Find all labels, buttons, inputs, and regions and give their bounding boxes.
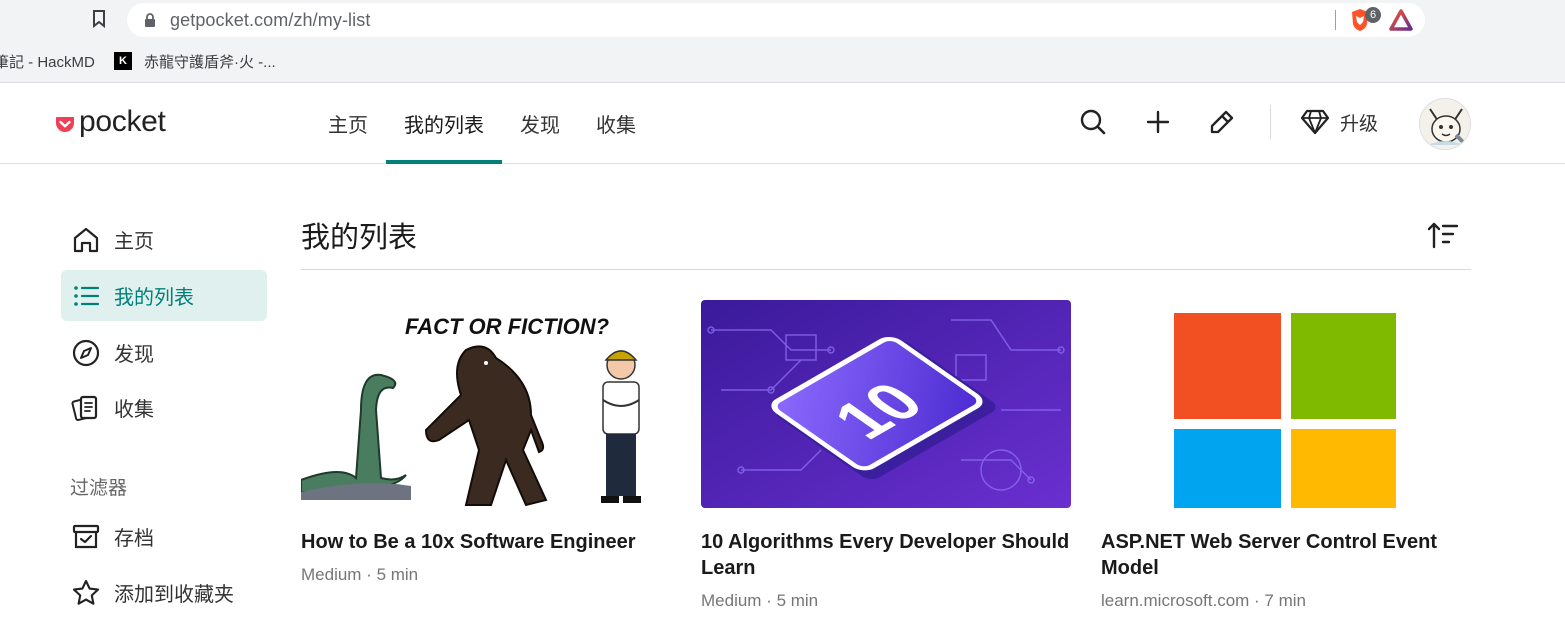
edit-pencil-icon[interactable] bbox=[1207, 107, 1237, 137]
nav-my-list[interactable]: 我的列表 bbox=[386, 83, 502, 164]
compass-icon bbox=[72, 339, 100, 366]
main-nav: 主页 我的列表 发现 收集 bbox=[310, 83, 654, 164]
sidebar-item-collections[interactable]: 收集 bbox=[61, 382, 267, 433]
pocket-logo[interactable]: pocket bbox=[55, 105, 166, 139]
collections-icon bbox=[71, 395, 98, 421]
sidebar-item-favorites[interactable]: 添加到收藏夹 bbox=[61, 567, 267, 618]
sidebar-item-label: 收集 bbox=[114, 399, 154, 421]
brave-rewards-icon[interactable] bbox=[1389, 9, 1413, 31]
sidebar-item-my-list[interactable]: 我的列表 bbox=[61, 270, 267, 321]
address-bar[interactable]: getpocket.com/zh/my-list 6 bbox=[127, 3, 1425, 37]
upgrade-button[interactable]: 升级 bbox=[1300, 105, 1378, 139]
bookmark-page-icon[interactable] bbox=[88, 8, 110, 30]
add-icon[interactable] bbox=[1143, 107, 1173, 137]
sidebar-item-label: 添加到收藏夹 bbox=[114, 584, 234, 606]
pocket-logo-icon bbox=[56, 117, 74, 132]
nav-home[interactable]: 主页 bbox=[310, 83, 386, 164]
archive-icon bbox=[72, 524, 100, 548]
thumbnail-caption: FACT OR FICTION? bbox=[405, 314, 609, 339]
article-card[interactable]: FACT OR FICTION? How to Be a 10x Softwar… bbox=[301, 300, 671, 585]
bookmark-kawaii[interactable]: K 赤龍守護盾斧·火 -... bbox=[114, 48, 276, 74]
article-title[interactable]: How to Be a 10x Software Engineer bbox=[301, 529, 671, 555]
filters-heading: 过滤器 bbox=[70, 478, 128, 499]
bookmark-label: 筆記 - HackMD bbox=[0, 53, 95, 71]
article-meta: Medium · 5 min bbox=[301, 565, 419, 584]
article-card[interactable]: 10 10 Algorithms Every Developer Should … bbox=[701, 300, 1071, 611]
nav-discover[interactable]: 发现 bbox=[502, 83, 578, 164]
bookmark-label: 赤龍守護盾斧·火 -... bbox=[144, 53, 276, 71]
header-divider bbox=[1270, 105, 1271, 139]
app-header: pocket 主页 我的列表 发现 收集 升级 bbox=[0, 83, 1565, 164]
page-title: 我的列表 bbox=[301, 222, 418, 254]
article-title[interactable]: ASP.NET Web Server Control Event Model bbox=[1101, 529, 1471, 581]
upgrade-label: 升级 bbox=[1340, 113, 1379, 135]
title-divider bbox=[301, 269, 1471, 270]
sidebar-item-label: 主页 bbox=[114, 231, 154, 253]
url-text: getpocket.com/zh/my-list bbox=[170, 10, 371, 30]
list-icon bbox=[74, 285, 100, 306]
browser-chrome: getpocket.com/zh/my-list 6 筆記 - HackMD K… bbox=[0, 0, 1565, 83]
sidebar-item-home[interactable]: 主页 bbox=[61, 214, 267, 265]
search-icon[interactable] bbox=[1078, 107, 1108, 137]
article-thumbnail[interactable] bbox=[1101, 300, 1471, 508]
sidebar-item-label: 我的列表 bbox=[114, 287, 194, 309]
diamond-icon bbox=[1300, 109, 1330, 135]
home-icon bbox=[73, 227, 99, 252]
bookmark-favicon: K bbox=[114, 52, 132, 70]
article-meta: learn.microsoft.com · 7 min bbox=[1101, 591, 1306, 610]
sidebar-item-archive[interactable]: 存档 bbox=[61, 511, 267, 562]
article-thumbnail[interactable]: 10 bbox=[701, 300, 1071, 508]
omnibox-divider bbox=[1335, 10, 1336, 30]
article-card[interactable]: ASP.NET Web Server Control Event Model l… bbox=[1101, 300, 1471, 611]
bookmark-hackmd[interactable]: 筆記 - HackMD bbox=[0, 48, 95, 74]
avatar[interactable] bbox=[1419, 98, 1471, 150]
sort-icon[interactable] bbox=[1427, 220, 1459, 250]
article-title[interactable]: 10 Algorithms Every Developer Should Lea… bbox=[701, 529, 1071, 581]
article-meta: Medium · 5 min bbox=[701, 591, 819, 610]
sidebar-item-discover[interactable]: 发现 bbox=[61, 327, 267, 378]
sidebar-item-label: 存档 bbox=[114, 528, 154, 550]
shield-count-badge: 6 bbox=[1365, 7, 1381, 23]
lock-icon bbox=[145, 13, 155, 27]
article-thumbnail[interactable]: FACT OR FICTION? bbox=[301, 300, 671, 508]
star-icon bbox=[72, 579, 100, 605]
sidebar-item-label: 发现 bbox=[114, 344, 154, 366]
nav-collections[interactable]: 收集 bbox=[578, 83, 654, 164]
microsoft-logo-icon bbox=[1174, 313, 1396, 508]
logo-wordmark: pocket bbox=[79, 105, 166, 138]
